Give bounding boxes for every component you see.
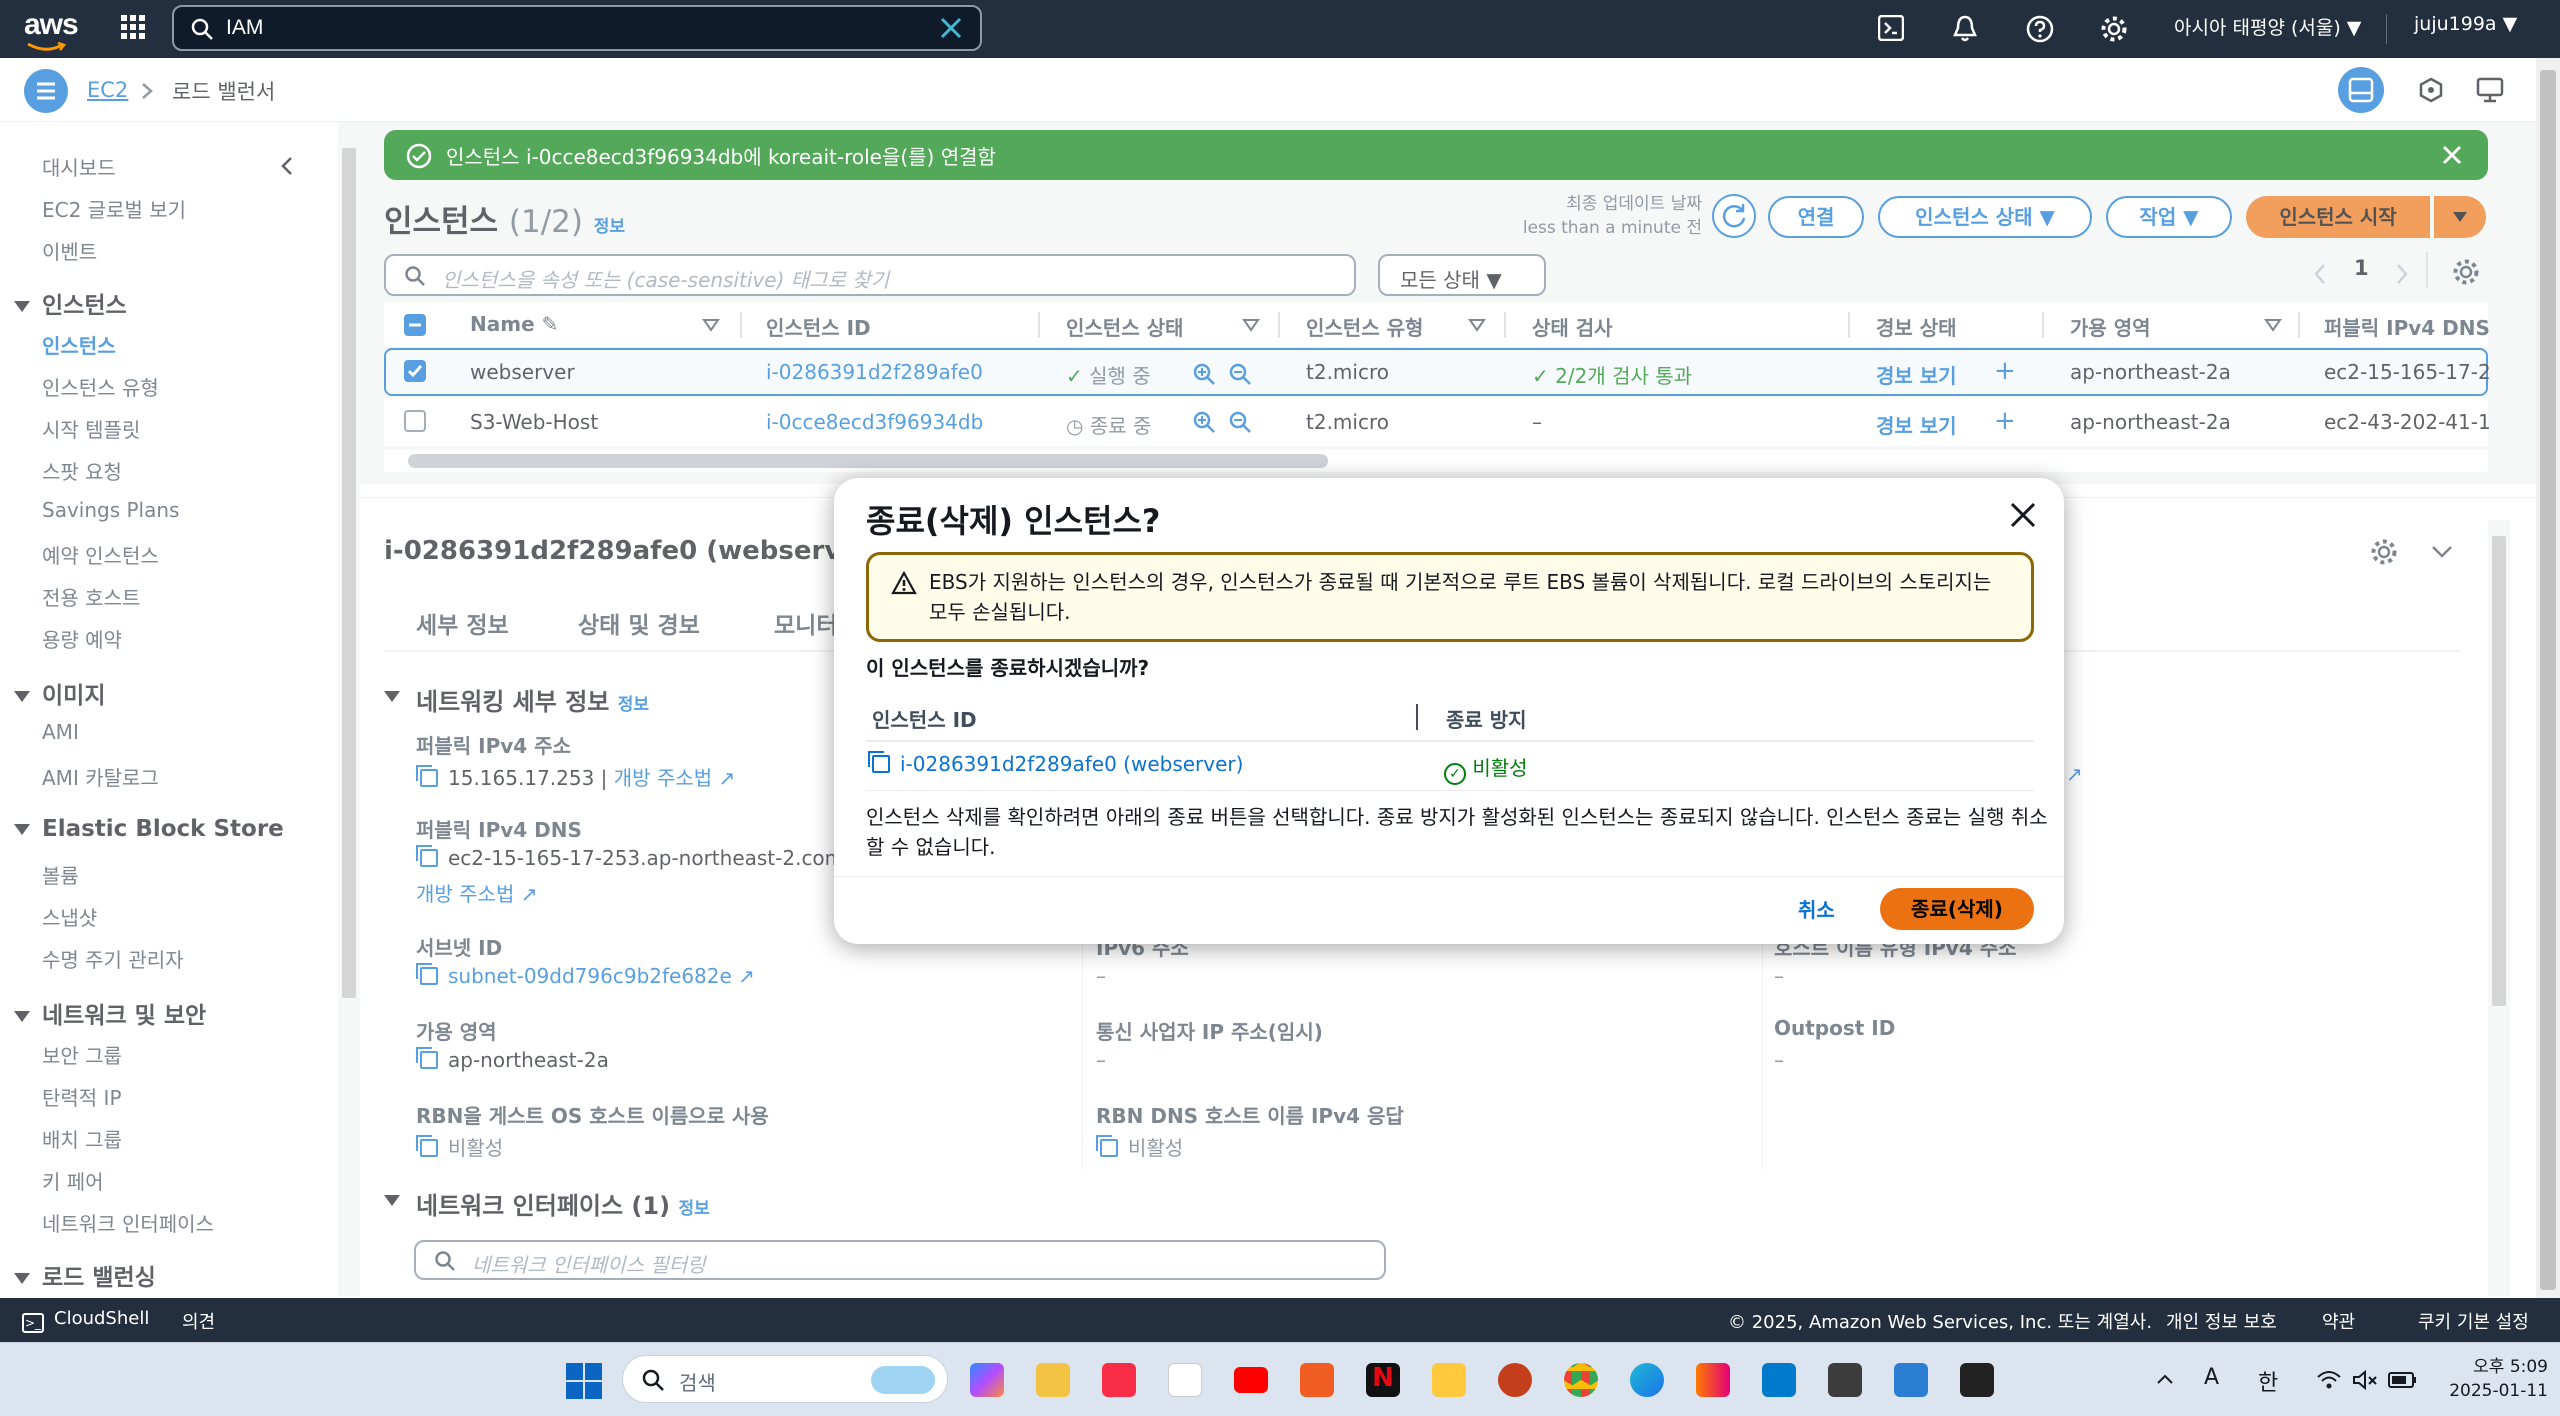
settings-gear-icon[interactable] [2100, 15, 2128, 43]
clear-search-icon[interactable] [940, 17, 962, 39]
file-explorer-icon[interactable] [1432, 1363, 1466, 1397]
close-icon[interactable] [2008, 500, 2038, 530]
windows-taskbar: 검색 N A 한 오후 5:09 2025-01-11 [0, 1342, 2560, 1416]
warning-triangle-icon [891, 571, 917, 595]
cloudshell-button[interactable]: >_ CloudShell [22, 1308, 149, 1333]
jetbrains-app-icon[interactable] [1696, 1363, 1730, 1397]
table-divider [866, 740, 2034, 742]
row-divider [866, 790, 2034, 791]
col-termination-protection: 종료 방지 [1446, 708, 1527, 732]
cloudshell-icon: >_ [22, 1313, 44, 1333]
windows-start-icon[interactable] [566, 1363, 602, 1399]
warning-alert: EBS가 지원하는 인스턴스의 경우, 인스턴스가 종료될 때 기본적으로 루트… [866, 552, 2034, 642]
search-value: IAM [226, 16, 264, 39]
privacy-link[interactable]: 개인 정보 보호 [2166, 1308, 2277, 1334]
search-icon [642, 1369, 664, 1391]
ime-korean-indicator[interactable]: 한 [2258, 1365, 2278, 1397]
office-app-icon[interactable] [1300, 1363, 1334, 1397]
battery-icon[interactable] [2388, 1371, 2418, 1389]
cloudshell-icon[interactable] [1878, 15, 1904, 41]
search-highlight-image [871, 1366, 935, 1394]
col-separator [1416, 704, 1418, 730]
cookie-preferences-link[interactable]: 쿠키 기본 설정 [2418, 1308, 2529, 1334]
netflix-app-icon[interactable]: N [1366, 1363, 1400, 1397]
chevron-up-icon[interactable] [2156, 1373, 2174, 1385]
region-selector[interactable]: 아시아 태평양 (서울) ▼ [2174, 13, 2361, 40]
instance-id-link[interactable]: i-0286391d2f289afe0 (webserver) [868, 751, 1243, 776]
help-icon[interactable] [2026, 15, 2054, 43]
console-footer: >_ CloudShell 의견 © 2025, Amazon Web Servi… [0, 1298, 2560, 1342]
powerpoint-app-icon[interactable] [1498, 1363, 1532, 1397]
terminate-instance-dialog: 종료(삭제) 인스턴스? EBS가 지원하는 인스턴스의 경우, 인스턴스가 종… [834, 478, 2064, 944]
footer-divider [834, 876, 2064, 877]
copyright-text: © 2025, Amazon Web Services, Inc. 또는 계열사… [1728, 1312, 2153, 1333]
copy-icon[interactable] [868, 751, 890, 773]
system-clock[interactable]: 오후 5:09 2025-01-11 [2438, 1355, 2548, 1403]
confirm-question: 이 인스턴스를 종료하시겠습니까? [866, 656, 1150, 680]
chrome-app-icon[interactable] [1564, 1363, 1598, 1397]
notifications-bell-icon[interactable] [1952, 15, 1978, 43]
youtube-app-icon[interactable] [1234, 1367, 1268, 1393]
wifi-icon[interactable] [2316, 1369, 2342, 1391]
services-grid-icon[interactable] [120, 14, 146, 40]
cancel-button[interactable]: 취소 [1798, 894, 1835, 923]
termination-protection-status: ✓ 비활성 [1444, 752, 1528, 785]
status-check-icon: ✓ [1444, 763, 1466, 785]
warning-text: EBS가 지원하는 인스턴스의 경우, 인스턴스가 종료될 때 기본적으로 루트… [929, 570, 1992, 624]
vscode-app-icon[interactable] [1762, 1363, 1796, 1397]
dialog-title: 종료(삭제) 인스턴스? [866, 502, 1161, 540]
music-app-icon[interactable] [1102, 1363, 1136, 1397]
speaker-muted-icon[interactable] [2352, 1369, 2378, 1391]
col-instance-id: 인스턴스 ID [872, 708, 977, 732]
file-explorer-alt-icon[interactable] [1036, 1363, 1070, 1397]
aws-smile-icon [27, 42, 66, 51]
terminate-confirm-button[interactable]: 종료(삭제) [1880, 888, 2034, 930]
search-icon [191, 18, 213, 40]
terms-link[interactable]: 약관 [2322, 1308, 2355, 1334]
global-search-input[interactable]: IAM [172, 5, 982, 51]
cmd-app-icon[interactable] [1960, 1363, 1994, 1397]
copilot-app-icon[interactable] [970, 1363, 1004, 1397]
slack-app-icon[interactable] [1168, 1363, 1202, 1397]
page-scroll-thumb[interactable] [2540, 70, 2556, 1290]
edge-app-icon[interactable] [1630, 1363, 1664, 1397]
aws-logo[interactable]: aws [24, 8, 79, 42]
notepad-app-icon[interactable] [1894, 1363, 1928, 1397]
account-menu[interactable]: juju199a ▼ [2414, 13, 2517, 35]
taskbar-search[interactable]: 검색 [622, 1355, 948, 1403]
taskbar-search-text: 검색 [679, 1371, 716, 1395]
feedback-link[interactable]: 의견 [182, 1308, 215, 1334]
dialog-body-text: 인스턴스 삭제를 확인하려면 아래의 종료 버튼을 선택합니다. 종료 방지가 … [866, 805, 2048, 859]
terminal-tool-app-icon[interactable] [1828, 1363, 1862, 1397]
ime-alpha-indicator[interactable]: A [2204, 1365, 2219, 1390]
nav-divider [2386, 14, 2387, 44]
top-navigation: aws IAM 아시아 태평양 (서울) ▼ juju199a ▼ [0, 0, 2560, 58]
